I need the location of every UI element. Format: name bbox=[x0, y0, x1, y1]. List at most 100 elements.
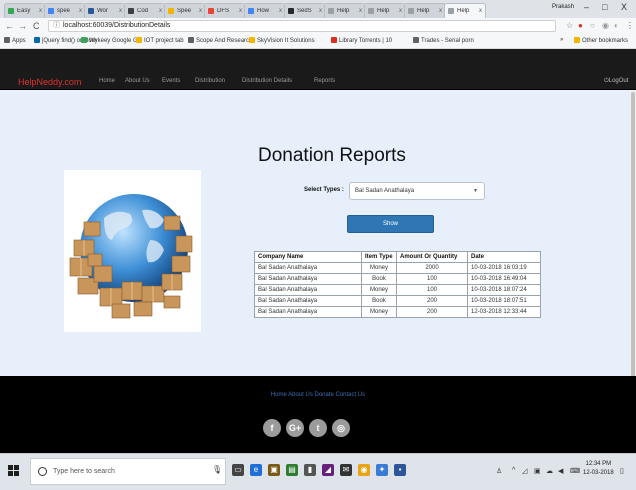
bookmark-item[interactable]: Scope And Research bbox=[188, 37, 252, 44]
table-cell: 200 bbox=[396, 295, 468, 307]
browser-tab[interactable]: spee x bbox=[44, 3, 86, 18]
volume-icon[interactable]: ◀ bbox=[558, 467, 563, 475]
table-cell: Money bbox=[361, 262, 397, 274]
tab-close-icon[interactable]: x bbox=[199, 8, 202, 14]
tab-close-icon[interactable]: x bbox=[239, 8, 242, 14]
browser-tab[interactable]: Help x bbox=[404, 3, 446, 18]
visual-studio-icon[interactable]: ◢ bbox=[322, 464, 334, 476]
nav-reports[interactable]: Reports bbox=[314, 78, 335, 84]
site-brand[interactable]: HelpNeddy.com bbox=[18, 77, 81, 87]
browser-tab[interactable]: Wor x bbox=[84, 3, 126, 18]
bookmarks-overflow[interactable]: » bbox=[560, 37, 563, 43]
google-plus-icon[interactable]: G+ bbox=[286, 419, 304, 437]
tab-close-icon[interactable]: x bbox=[399, 8, 402, 14]
twitter-icon[interactable]: t bbox=[309, 419, 327, 437]
browser-tab[interactable]: How x bbox=[244, 3, 286, 18]
tab-close-icon[interactable]: x bbox=[319, 8, 322, 14]
nav-home[interactable]: Home bbox=[99, 78, 115, 84]
bookmark-favicon-icon bbox=[413, 37, 419, 43]
tab-label: How bbox=[257, 8, 270, 14]
tab-label: Easy bbox=[17, 8, 31, 14]
browser-tab[interactable]: DFS x bbox=[204, 3, 246, 18]
nav-distribution[interactable]: Distribution bbox=[195, 78, 225, 84]
browser-tab[interactable]: Cod x bbox=[124, 3, 166, 18]
tab-label: spee bbox=[57, 8, 71, 14]
table-row: Bal Sadan Anathalaya Money 100 10-03-2018 1… bbox=[254, 284, 541, 296]
store-icon[interactable]: ▣ bbox=[268, 464, 280, 476]
nav-distribution-details[interactable]: Distribution Details bbox=[242, 78, 292, 84]
extension-icon[interactable]: ○ bbox=[590, 21, 595, 30]
app-icon[interactable]: ✦ bbox=[376, 464, 388, 476]
bookmark-item[interactable]: Apps bbox=[4, 37, 26, 44]
keyboard-icon[interactable]: ⌨ bbox=[570, 467, 580, 475]
browser-tab[interactable]: Spee x bbox=[164, 3, 206, 18]
tray-overflow-icon[interactable]: ^ bbox=[512, 467, 515, 474]
maximize-button[interactable]: □ bbox=[602, 2, 607, 12]
tab-list: Easy x spee x Wor x Cod x Spee x DFS x How x SedS x Help… bbox=[4, 3, 486, 18]
browser-tab[interactable]: Easy x bbox=[4, 3, 46, 18]
bookmark-item[interactable]: IOT project tab bbox=[136, 37, 184, 44]
instagram-icon[interactable]: ◎ bbox=[332, 419, 350, 437]
app-icon[interactable]: ▮ bbox=[304, 464, 316, 476]
tab-close-icon[interactable]: x bbox=[439, 8, 442, 14]
people-icon[interactable]: ♙ bbox=[496, 467, 502, 475]
mail-icon[interactable]: ✉ bbox=[340, 464, 352, 476]
info-icon[interactable]: ⓘ bbox=[53, 22, 60, 29]
minimize-button[interactable]: – bbox=[584, 2, 589, 12]
app-icon[interactable]: ▪ bbox=[394, 464, 406, 476]
extension-icon[interactable]: ● bbox=[578, 21, 583, 30]
bookmark-item[interactable]: SkyVision It Solutions bbox=[249, 37, 315, 44]
taskbar-search-input[interactable]: Type here to search bbox=[30, 458, 226, 485]
bookmark-item[interactable]: Library Torrents | 10 bbox=[331, 37, 392, 44]
cloud-icon[interactable]: ☁ bbox=[546, 467, 553, 475]
extension-icon[interactable]: ◉ bbox=[602, 21, 609, 30]
tab-close-icon[interactable]: x bbox=[39, 8, 42, 14]
tab-close-icon[interactable]: x bbox=[279, 8, 282, 14]
tab-close-icon[interactable]: x bbox=[159, 8, 162, 14]
select-types-dropdown[interactable]: Bal Sadan Anathalaya ▼ bbox=[349, 182, 485, 200]
show-button[interactable]: Show bbox=[347, 215, 434, 233]
tab-close-icon[interactable]: x bbox=[479, 8, 482, 14]
url-input[interactable]: ⓘ localhost:60039/DistributionDetails bbox=[48, 20, 556, 32]
footer-links[interactable]: Home About Us Donate Contact Us bbox=[0, 392, 636, 398]
bookmark-label: Scope And Research bbox=[196, 38, 253, 44]
back-button[interactable]: ← bbox=[5, 21, 14, 31]
other-bookmarks-label: Other bookmarks bbox=[582, 38, 629, 44]
taskbar-clock[interactable]: 12:34 PM 12-03-2018 bbox=[583, 460, 614, 478]
profile-name[interactable]: Prakash bbox=[552, 4, 574, 10]
tab-close-icon[interactable]: x bbox=[359, 8, 362, 14]
file-explorer-icon[interactable]: ▤ bbox=[286, 464, 298, 476]
action-center-icon[interactable]: ▯ bbox=[620, 467, 624, 475]
forward-button[interactable]: → bbox=[18, 21, 27, 31]
antivirus-icon[interactable]: ▣ bbox=[534, 467, 541, 475]
cortana-circle-icon bbox=[38, 467, 47, 476]
task-view-icon[interactable]: ▭ bbox=[232, 464, 244, 476]
browser-tab[interactable]: Help x bbox=[324, 3, 366, 18]
browser-tab[interactable]: Help x bbox=[444, 3, 486, 18]
windows-start-button[interactable] bbox=[8, 465, 20, 477]
bookmark-item[interactable]: Trades - Serial porn bbox=[413, 37, 474, 44]
extension-icon[interactable]: ◐ bbox=[614, 21, 619, 30]
facebook-icon[interactable]: f bbox=[263, 419, 281, 437]
chrome-icon[interactable]: ◉ bbox=[358, 464, 370, 476]
tab-favicon-icon bbox=[328, 8, 334, 14]
edge-icon[interactable]: e bbox=[250, 464, 262, 476]
bookmark-item[interactable]: Wykeey Google Gu bbox=[81, 37, 141, 44]
table-cell: 200 bbox=[396, 306, 468, 318]
reload-button[interactable]: C bbox=[33, 21, 40, 31]
close-window-button[interactable]: X bbox=[621, 2, 627, 12]
nav-events[interactable]: Events bbox=[162, 78, 180, 84]
network-icon[interactable]: ◿ bbox=[522, 467, 527, 475]
nav-about-us[interactable]: About Us bbox=[125, 78, 150, 84]
tab-close-icon[interactable]: x bbox=[79, 8, 82, 14]
menu-icon[interactable]: ⋮ bbox=[626, 21, 634, 30]
logout-label: LogOut bbox=[608, 78, 629, 84]
browser-tab[interactable]: Help x bbox=[364, 3, 406, 18]
microphone-icon[interactable]: 🎙 bbox=[212, 465, 222, 474]
table-row: Bal Sadan Anathalaya Money 2000 10-03-2018 … bbox=[254, 262, 541, 274]
other-bookmarks[interactable]: Other bookmarks bbox=[574, 37, 628, 44]
star-icon[interactable]: ☆ bbox=[566, 21, 573, 30]
browser-tab[interactable]: SedS x bbox=[284, 3, 326, 18]
logout-link[interactable]: ⏻LogOut bbox=[604, 78, 628, 85]
tab-close-icon[interactable]: x bbox=[119, 8, 122, 14]
